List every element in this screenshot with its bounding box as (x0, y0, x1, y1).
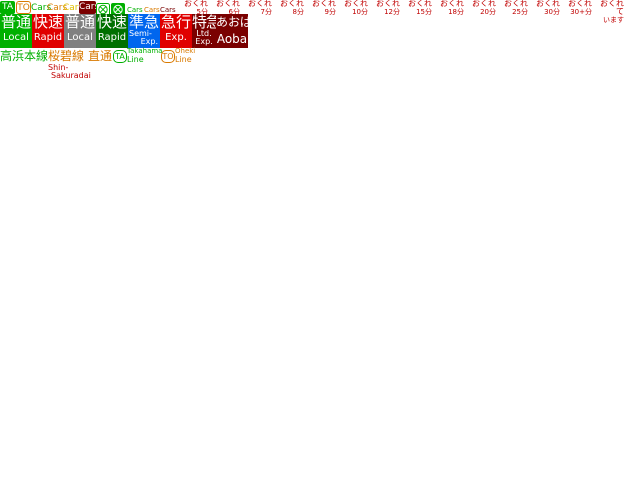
service-semi-exp-blue: 準急 Semi- Exp. (128, 14, 160, 48)
delay-label-top: おくれ (504, 0, 528, 8)
delay-label: おくれ 10分 (340, 0, 368, 16)
service-rapid-darkgreen: 快速 Rapid (96, 14, 128, 48)
to-line-badge: TO (16, 1, 31, 14)
service-jp: 特急 (192, 14, 216, 31)
delay-label-top: おくれ (440, 0, 464, 8)
delay-label-top: おくれ (248, 0, 272, 8)
delay-label: おくれ 15分 (404, 0, 432, 16)
service-local-green: 普通 Local (0, 14, 32, 48)
service-jp: 準急 (128, 14, 159, 31)
delay-label: おくれ 9分 (308, 0, 336, 16)
delay-label: おくれ 25分 (500, 0, 528, 16)
delay-label-minutes: 30+分 (570, 8, 592, 16)
delay-label-minutes: 9分 (324, 8, 336, 16)
small-cars-green: Cars (127, 6, 143, 14)
delay-label-top: おくれ (280, 0, 304, 8)
yusei-line-jp: 碧線 (60, 49, 85, 63)
delay-label-top: おくれ (408, 0, 432, 8)
service-jp: 急行 (160, 14, 191, 31)
service-jp: 快速 (32, 14, 63, 31)
direct-service-jp: 直通 (88, 49, 113, 63)
delay-label: おくれ 7分 (244, 0, 272, 16)
delay-label-top: おくれ (184, 0, 208, 8)
delay-label-minutes: 25分 (512, 8, 528, 16)
delay-label-top: おくれ (536, 0, 560, 8)
delay-label: おくれ 20分 (468, 0, 496, 16)
service-local-gray: 普通 Local (64, 14, 96, 48)
delay-label-minutes: 7分 (260, 8, 272, 16)
delay-label-minutes: 10分 (352, 8, 368, 16)
service-en-2: Exp. (140, 37, 158, 46)
service-jp: 普通 (0, 14, 31, 31)
service-en-2: Exp. (195, 37, 213, 46)
delay-label-top: おくれ (216, 0, 240, 8)
oheki-line-en-2: Line (175, 55, 192, 64)
ta-line-badge: TA (0, 1, 15, 14)
service-ltd-exp-darkred: 特急 Ltd. Exp. (192, 14, 216, 48)
service-jp: 普通 (64, 14, 95, 31)
delay-label-minutes: います (603, 16, 624, 24)
delay-label-top: おくれて (600, 0, 624, 16)
delay-label-minutes: 18分 (448, 8, 464, 16)
shin-sakuradai-jp: 桜 (48, 49, 61, 63)
delay-label: おくれ 12分 (372, 0, 400, 16)
delay-label: おくれ 8分 (276, 0, 304, 16)
takahama-line-name: 高浜本線 (0, 49, 49, 63)
oheki-line-en-1: Oheki (175, 47, 196, 55)
delay-label-top: おくれ (472, 0, 496, 8)
crossed-circle-icon (96, 1, 110, 16)
delay-label: おくれ 18分 (436, 0, 464, 16)
service-rapid-red: 快速 Rapid (32, 14, 64, 48)
crossed-circle-filled-icon (111, 1, 125, 16)
delay-label-minutes: 8分 (292, 8, 304, 16)
small-cars-orange: Cars (144, 6, 160, 14)
service-en: Rapid (33, 32, 63, 43)
small-cars-red: Cars (160, 6, 176, 14)
delay-label-minutes: 12分 (384, 8, 400, 16)
service-jp: あおば (216, 15, 248, 29)
service-en: Aoba (216, 32, 248, 46)
delay-label-minutes: 15分 (416, 8, 432, 16)
delay-label-top: おくれ (312, 0, 336, 8)
delay-label-top: おくれ (344, 0, 368, 8)
delay-label: おくれ 30+分 (564, 0, 592, 16)
service-exp-red: 急行 Exp. (160, 14, 192, 48)
cars-label-darkred: Cars (79, 1, 100, 14)
delay-label: おくれて います (596, 0, 624, 24)
service-en: Exp. (165, 32, 187, 43)
to-line-icon: TO (161, 50, 175, 63)
takahama-line-en-1: Takahama (127, 47, 163, 55)
service-jp: 快速 (96, 14, 127, 31)
delay-label: おくれ 30分 (532, 0, 560, 16)
delay-label-minutes: 30分 (544, 8, 560, 16)
service-en: Local (3, 32, 29, 43)
takahama-line-en-2: Line (127, 55, 144, 64)
service-aoba-darkred: あおば Aoba (216, 14, 248, 48)
service-en: Rapid (97, 32, 127, 43)
delay-label-top: おくれ (376, 0, 400, 8)
ta-line-icon: TA (113, 50, 127, 63)
delay-label-top: おくれ (568, 0, 592, 8)
service-en: Local (67, 32, 93, 43)
shin-sakuradai-en-2: Sakuradai (51, 71, 91, 80)
delay-label-minutes: 20分 (480, 8, 496, 16)
